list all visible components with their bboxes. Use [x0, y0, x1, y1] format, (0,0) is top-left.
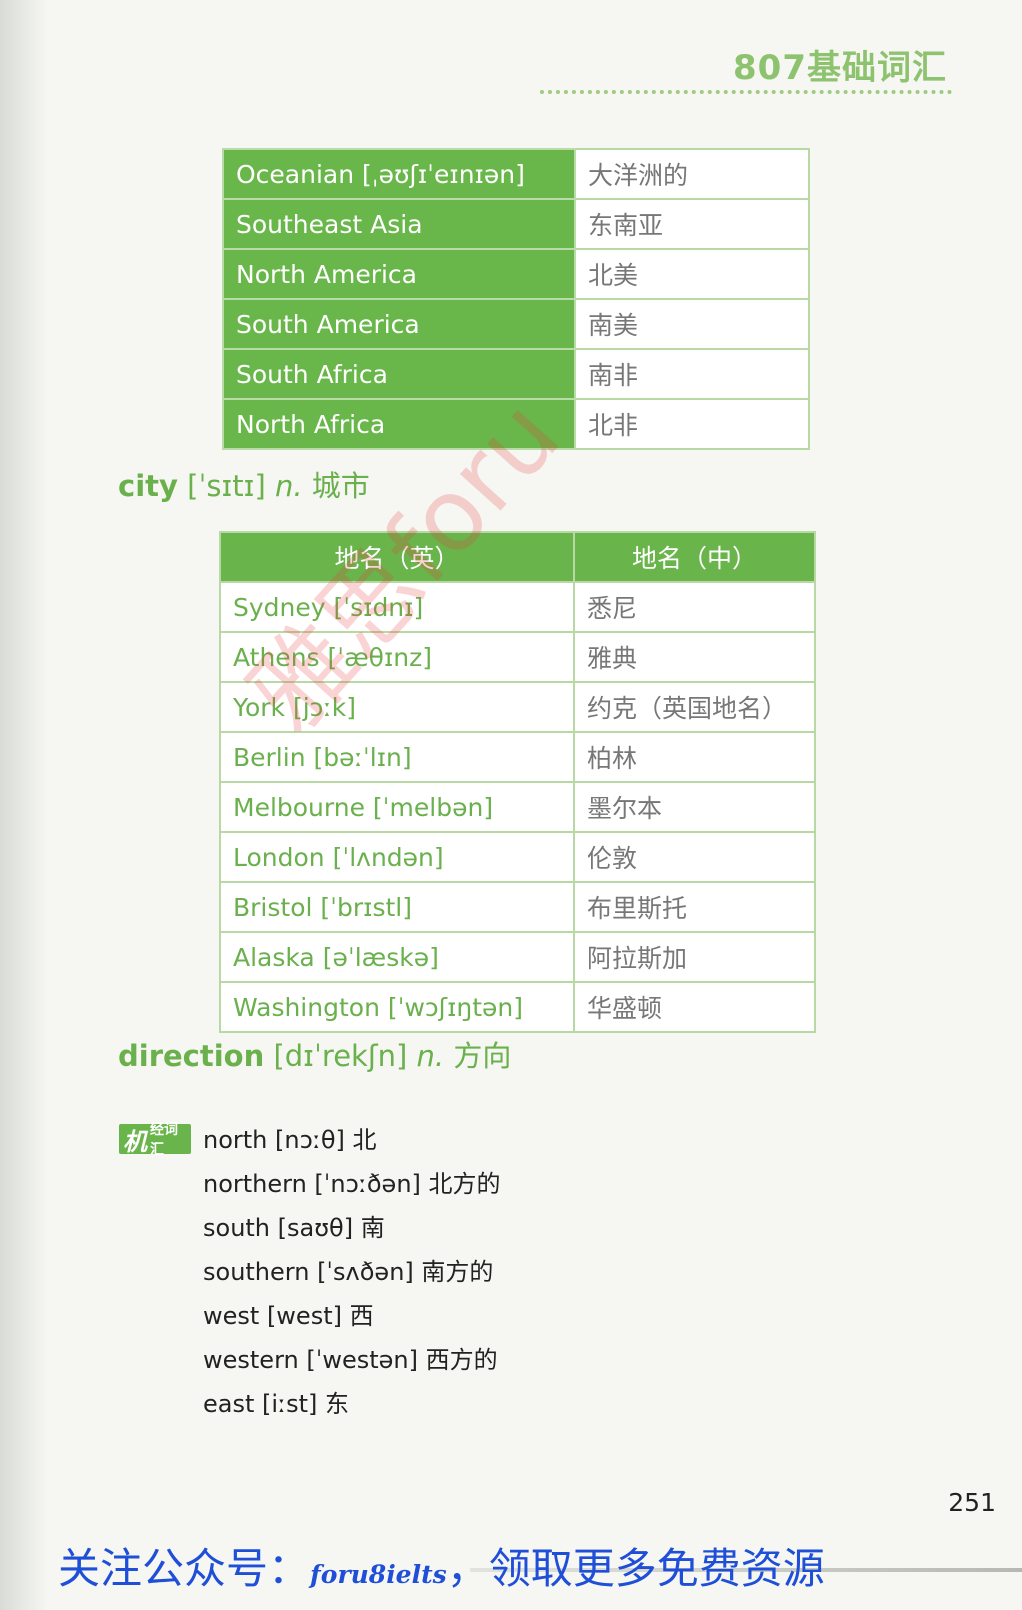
city-english: Berlin [bəːˈlɪn] [219, 731, 575, 783]
page-header-title: 807基础词汇 [733, 48, 947, 88]
part-of-speech: n. [274, 469, 303, 503]
table-row: South Africa 南非 [222, 348, 810, 400]
city-chinese: 约克（英国地名） [573, 681, 816, 733]
table-row: North America 北美 [222, 248, 810, 300]
list-item: northern [ˈnɔːðən] 北方的 [203, 1170, 501, 1198]
list-item: north [nɔːθ] 北 [203, 1126, 377, 1154]
table-row: Alaska [əˈlæskə] 阿拉斯加 [219, 931, 816, 983]
table-row: Washington [ˈwɔʃɪŋtən] 华盛顿 [219, 981, 816, 1033]
promo-text-suffix: ，领取更多免费资源 [446, 1544, 825, 1593]
region-chinese: 南美 [574, 298, 810, 350]
phonetic: [ˈsɪtɪ] [177, 469, 275, 503]
headword: city [118, 469, 178, 503]
list-item: south [saʊθ] 南 [203, 1214, 385, 1242]
promo-banner: 关注公众号：foru8ielts，领取更多免费资源 [58, 1535, 825, 1596]
region-english: Southeast Asia [222, 198, 576, 250]
city-chinese: 华盛顿 [573, 981, 816, 1033]
region-chinese: 北美 [574, 248, 810, 300]
region-chinese: 南非 [574, 348, 810, 400]
region-english: Oceanian [ˌəʊʃɪˈeɪnɪən] [222, 148, 576, 200]
promo-text-prefix: 关注公众号： [58, 1544, 311, 1593]
part-of-speech: n. [416, 1039, 445, 1073]
table-row: Bristol [ˈbrɪstl] 布里斯托 [219, 881, 816, 933]
table-row: Oceanian [ˌəʊʃɪˈeɪnɪən] 大洋洲的 [222, 148, 810, 200]
city-chinese: 柏林 [573, 731, 816, 783]
city-chinese: 墨尔本 [573, 781, 816, 833]
city-chinese: 布里斯托 [573, 881, 816, 933]
table-row: South America 南美 [222, 298, 810, 350]
city-english: Washington [ˈwɔʃɪŋtən] [219, 981, 575, 1033]
list-item: west [west] 西 [203, 1302, 374, 1330]
city-english: London [ˈlʌndən] [219, 831, 575, 883]
region-chinese: 北非 [574, 398, 810, 450]
city-english: Melbourne [ˈmelbən] [219, 781, 575, 833]
page-number: 251 [948, 1488, 996, 1517]
column-header-chinese: 地名（中） [573, 531, 816, 583]
city-entry-heading: city [ˈsɪtɪ] n. 城市 [118, 463, 370, 505]
phonetic: [dɪˈrekʃn] [264, 1039, 417, 1073]
city-chinese: 伦敦 [573, 831, 816, 883]
city-chinese: 雅典 [573, 631, 816, 683]
direction-word-list: north [nɔːθ] 北 northern [ˈnɔːðən] 北方的 so… [203, 1120, 501, 1428]
badge-big-char: 机 [123, 1127, 147, 1156]
city-chinese: 阿拉斯加 [573, 931, 816, 983]
promo-handle: foru8ielts [310, 1560, 447, 1589]
region-chinese: 大洋洲的 [574, 148, 810, 200]
list-item: southern [ˈsʌðən] 南方的 [203, 1258, 494, 1286]
region-english: North America [222, 248, 576, 300]
book-spine-shadow [0, 0, 48, 1610]
table-row: Southeast Asia 东南亚 [222, 198, 810, 250]
city-english: Alaska [əˈlæskə] [219, 931, 575, 983]
region-english: South America [222, 298, 576, 350]
direction-entry-heading: direction [dɪˈrekʃn] n. 方向 [118, 1033, 511, 1075]
region-chinese: 东南亚 [574, 198, 810, 250]
exam-vocabulary-badge: 机 经词汇 [119, 1122, 191, 1158]
region-english: South Africa [222, 348, 576, 400]
table-row: London [ˈlʌndən] 伦敦 [219, 831, 816, 883]
header-dotted-rule [540, 90, 952, 94]
definition: 方向 [444, 1039, 512, 1073]
city-english: Bristol [ˈbrɪstl] [219, 881, 575, 933]
list-item: east [iːst] 东 [203, 1390, 350, 1418]
badge-small-text: 经词汇 [150, 1122, 178, 1158]
list-item: western [ˈwestən] 西方的 [203, 1346, 498, 1374]
city-chinese: 悉尼 [573, 581, 816, 633]
table-row: Melbourne [ˈmelbən] 墨尔本 [219, 781, 816, 833]
headword: direction [118, 1039, 265, 1073]
